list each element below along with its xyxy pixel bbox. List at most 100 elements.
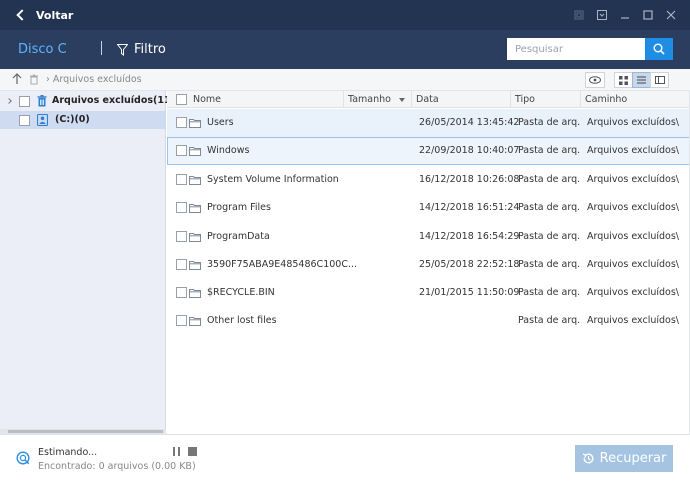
menu-icon[interactable] bbox=[591, 0, 613, 30]
header-separator bbox=[101, 41, 102, 55]
up-arrow-icon[interactable] bbox=[12, 73, 22, 88]
table-row[interactable]: Windows 22/09/2018 10:40:07 Pasta de arq… bbox=[167, 137, 690, 165]
file-name: Users bbox=[207, 117, 234, 128]
file-type: Pasta de arq... bbox=[518, 231, 580, 242]
restore-icon[interactable] bbox=[568, 0, 590, 30]
back-label: Voltar bbox=[36, 8, 74, 22]
tree-item-deleted-files[interactable]: Arquivos excluídos(11049 bbox=[0, 92, 190, 110]
breadcrumb-item[interactable]: Arquivos excluídos bbox=[53, 74, 142, 85]
file-date: 22/09/2018 10:40:07 bbox=[419, 145, 520, 156]
folder-icon bbox=[189, 316, 201, 329]
file-path: Arquivos excluídos\ bbox=[587, 315, 679, 326]
folder-icon bbox=[189, 203, 201, 216]
folder-tree: Arquivos excluídos(11049 (C:)(0) bbox=[0, 91, 190, 429]
preview-toggle[interactable] bbox=[585, 72, 605, 88]
recover-label: Recuperar bbox=[599, 451, 667, 466]
file-type: Pasta de arq... bbox=[518, 202, 580, 213]
column-header-type[interactable]: Tipo bbox=[511, 91, 581, 108]
grid-view-button[interactable] bbox=[614, 72, 633, 88]
file-path: Arquivos excluídos\ bbox=[587, 231, 679, 242]
file-type: Pasta de arq... bbox=[518, 315, 580, 326]
column-header-date[interactable]: Data bbox=[412, 91, 511, 108]
file-name: System Volume Information bbox=[207, 174, 339, 185]
tree-item-label: (C:)(0) bbox=[55, 114, 90, 125]
table-row[interactable]: System Volume Information 16/12/2018 10:… bbox=[167, 166, 690, 194]
column-label: Data bbox=[416, 94, 439, 105]
file-date: 26/05/2014 13:45:42 bbox=[419, 117, 520, 128]
row-checkbox[interactable] bbox=[176, 202, 187, 213]
pause-button[interactable] bbox=[173, 447, 183, 456]
tree-checkbox[interactable] bbox=[19, 115, 30, 126]
folder-icon bbox=[189, 118, 201, 131]
search-button[interactable] bbox=[645, 38, 673, 60]
file-name: ProgramData bbox=[207, 231, 270, 242]
search-input[interactable] bbox=[507, 38, 645, 60]
filter-icon bbox=[117, 43, 128, 56]
file-name: $RECYCLE.BIN bbox=[207, 287, 275, 298]
file-date: 16/12/2018 10:26:08 bbox=[419, 174, 520, 185]
table-row[interactable]: $RECYCLE.BIN 21/01/2015 11:50:09 Pasta d… bbox=[167, 279, 690, 307]
filter-button[interactable]: Filtro bbox=[117, 42, 166, 57]
file-path: Arquivos excluídos\ bbox=[587, 259, 679, 270]
row-checkbox[interactable] bbox=[176, 231, 187, 242]
tree-item-drive-c[interactable]: (C:)(0) bbox=[0, 111, 166, 129]
table-row[interactable]: 3590F75ABA9E485486C100C... 25/05/2018 22… bbox=[167, 251, 690, 279]
column-label: Nome bbox=[193, 94, 222, 105]
recover-icon bbox=[582, 453, 594, 464]
file-date: 21/01/2015 11:50:09 bbox=[419, 287, 520, 298]
file-path: Arquivos excluídos\ bbox=[587, 117, 679, 128]
maximize-icon[interactable] bbox=[637, 0, 659, 30]
window-controls bbox=[568, 0, 690, 30]
tree-checkbox[interactable] bbox=[19, 96, 30, 107]
file-date: 25/05/2018 22:52:18 bbox=[419, 259, 520, 270]
row-checkbox[interactable] bbox=[176, 315, 187, 326]
breadcrumb-toolbar: › Arquivos excluídos bbox=[0, 69, 690, 91]
scan-icon bbox=[16, 451, 30, 468]
scan-status: Estimando... bbox=[38, 447, 98, 458]
column-header-path[interactable]: Caminho bbox=[581, 91, 690, 108]
disk-label[interactable]: Disco C bbox=[18, 42, 67, 57]
file-date: 14/12/2018 16:51:24 bbox=[419, 202, 520, 213]
list-view-button[interactable] bbox=[632, 72, 651, 88]
file-list: Nome Tamanho Data Tipo Caminho Users 26/… bbox=[167, 91, 690, 434]
file-path: Arquivos excluídos\ bbox=[587, 287, 679, 298]
file-path: Arquivos excluídos\ bbox=[587, 202, 679, 213]
folder-icon bbox=[189, 288, 201, 301]
recover-button[interactable]: Recuperar bbox=[575, 445, 673, 472]
file-path: Arquivos excluídos\ bbox=[587, 145, 679, 156]
expand-arrow-icon[interactable] bbox=[6, 98, 12, 104]
row-checkbox[interactable] bbox=[176, 117, 187, 128]
row-checkbox[interactable] bbox=[176, 259, 187, 270]
row-checkbox[interactable] bbox=[176, 287, 187, 298]
table-row[interactable]: Other lost files Pasta de arq... Arquivo… bbox=[167, 307, 690, 335]
file-type: Pasta de arq... bbox=[518, 287, 580, 298]
column-label: Tamanho bbox=[348, 94, 391, 105]
row-checkbox[interactable] bbox=[176, 145, 187, 156]
file-name: 3590F75ABA9E485486C100C... bbox=[207, 259, 358, 270]
close-icon[interactable] bbox=[660, 0, 682, 30]
folder-icon bbox=[189, 260, 201, 273]
scrollbar-thumb[interactable] bbox=[8, 430, 163, 433]
table-row[interactable]: Program Files 14/12/2018 16:51:24 Pasta … bbox=[167, 194, 690, 222]
found-count: Encontrado: 0 arquivos (0.00 KB) bbox=[38, 461, 196, 472]
column-label: Caminho bbox=[585, 94, 628, 105]
file-type: Pasta de arq... bbox=[518, 145, 580, 156]
file-type: Pasta de arq... bbox=[518, 174, 580, 185]
detail-view-button[interactable] bbox=[650, 72, 669, 88]
chevron-left-icon bbox=[16, 9, 28, 21]
file-name: Program Files bbox=[207, 202, 271, 213]
folder-icon bbox=[189, 175, 201, 188]
minimize-icon[interactable] bbox=[614, 0, 636, 30]
back-button[interactable]: Voltar bbox=[16, 8, 74, 22]
column-header-size[interactable]: Tamanho bbox=[344, 91, 412, 108]
row-checkbox[interactable] bbox=[176, 174, 187, 185]
table-row[interactable]: ProgramData 14/12/2018 16:54:29 Pasta de… bbox=[167, 223, 690, 251]
column-header-name[interactable]: Nome bbox=[167, 91, 344, 108]
stop-button[interactable] bbox=[188, 447, 197, 456]
table-header: Nome Tamanho Data Tipo Caminho bbox=[167, 91, 690, 108]
sort-arrow-icon bbox=[399, 98, 405, 102]
search-icon bbox=[653, 43, 665, 55]
folder-icon bbox=[189, 146, 201, 159]
table-row[interactable]: Users 26/05/2014 13:45:42 Pasta de arq..… bbox=[167, 109, 690, 137]
file-name: Other lost files bbox=[207, 315, 277, 326]
